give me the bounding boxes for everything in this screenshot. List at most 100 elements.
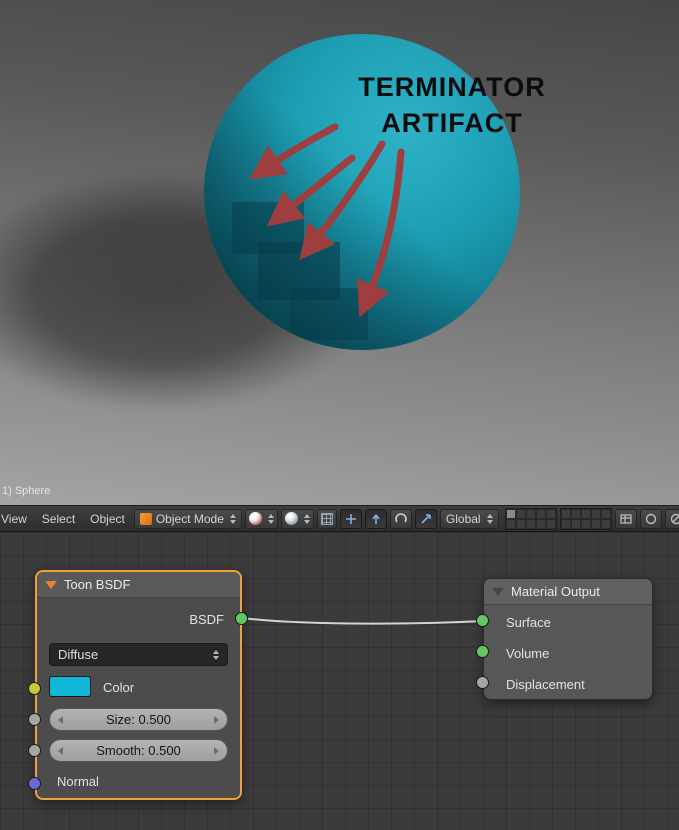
layer-group-1 bbox=[504, 507, 557, 530]
chevron-updown-icon bbox=[267, 513, 274, 524]
grid-icon bbox=[320, 512, 333, 525]
layer-toggle[interactable] bbox=[535, 518, 546, 529]
smooth-slider[interactable]: Smooth: 0.500 bbox=[49, 739, 228, 762]
menu-view[interactable]: View bbox=[0, 512, 33, 526]
viewport-shading-dropdown[interactable] bbox=[244, 508, 278, 529]
layer-toggle[interactable] bbox=[525, 518, 536, 529]
socket-surface-input[interactable] bbox=[476, 614, 489, 627]
chevron-updown-icon bbox=[213, 649, 219, 660]
menu-object[interactable]: Object bbox=[84, 512, 131, 526]
toon-node-header[interactable]: Toon BSDF bbox=[37, 572, 240, 598]
layer-toggle[interactable] bbox=[580, 518, 591, 529]
layer-toggle[interactable] bbox=[545, 508, 556, 519]
scale-diagonal-icon bbox=[421, 513, 431, 524]
wire-bsdf-to-surface[interactable] bbox=[241, 617, 484, 625]
layer-toggle[interactable] bbox=[570, 518, 581, 529]
collapse-triangle-icon[interactable] bbox=[45, 580, 57, 589]
viewport-object-info: 1) Sphere bbox=[2, 485, 51, 497]
annotation-line-2: ARTIFACT bbox=[381, 107, 523, 138]
color-swatch[interactable] bbox=[49, 676, 91, 697]
toon-node-title: Toon BSDF bbox=[64, 577, 131, 592]
layer-toggle[interactable] bbox=[525, 508, 536, 519]
socket-displacement-input[interactable] bbox=[476, 676, 489, 689]
terminator-band bbox=[232, 202, 304, 254]
layer-toggle[interactable] bbox=[570, 508, 581, 519]
size-slider-value: Size: 0.500 bbox=[105, 712, 172, 727]
manipulator-toggle[interactable] bbox=[339, 508, 362, 529]
layer-toggle[interactable] bbox=[515, 508, 526, 519]
socket-smooth-input[interactable] bbox=[28, 744, 41, 757]
color-label: Color bbox=[103, 680, 135, 695]
object-mode-label: Object Mode bbox=[155, 511, 224, 526]
slashed-circle-icon bbox=[670, 513, 679, 524]
pivot-point-dropdown[interactable] bbox=[280, 508, 314, 529]
size-slider[interactable]: Size: 0.500 bbox=[49, 708, 228, 731]
collapse-triangle-icon[interactable] bbox=[492, 587, 504, 596]
render-slashed-button[interactable] bbox=[664, 508, 679, 529]
socket-volume-input[interactable] bbox=[476, 645, 489, 658]
3d-viewport[interactable]: TERMINATOR ARTIFACT 1) Sphere bbox=[0, 0, 679, 505]
layer-toggle[interactable] bbox=[505, 508, 516, 519]
layer-toggle[interactable] bbox=[580, 508, 591, 519]
translate-arrow-icon bbox=[372, 514, 380, 524]
socket-size-input[interactable] bbox=[28, 713, 41, 726]
node-material-output[interactable]: Material Output Surface Volume Displacem… bbox=[483, 578, 653, 700]
bsdf-output-label: BSDF bbox=[189, 612, 224, 627]
layer-toggle[interactable] bbox=[515, 518, 526, 529]
output-node-title: Material Output bbox=[511, 584, 600, 599]
slider-left-arrow-icon[interactable] bbox=[58, 746, 63, 755]
annotation-text: TERMINATOR ARTIFACT bbox=[302, 70, 602, 142]
layer-toggle[interactable] bbox=[545, 518, 556, 529]
menu-select[interactable]: Select bbox=[36, 512, 81, 526]
chevron-updown-icon bbox=[303, 513, 310, 524]
node-editor[interactable]: Toon BSDF BSDF Diffuse Color Size: 0.500… bbox=[0, 532, 679, 830]
chevron-updown-icon bbox=[486, 513, 493, 524]
terminator-band bbox=[290, 288, 368, 340]
layer-group-2 bbox=[559, 507, 612, 530]
render-circle-button[interactable] bbox=[639, 508, 662, 529]
scene-lock-button[interactable] bbox=[614, 508, 637, 529]
socket-color-input[interactable] bbox=[28, 682, 41, 695]
volume-input-label: Volume bbox=[506, 646, 550, 661]
slider-right-arrow-icon[interactable] bbox=[214, 715, 219, 724]
axis-cross-icon bbox=[345, 513, 356, 524]
object-mode-dropdown[interactable]: Object Mode bbox=[133, 508, 242, 529]
layer-toggle[interactable] bbox=[590, 508, 601, 519]
layer-toggle[interactable] bbox=[535, 508, 546, 519]
component-dropdown[interactable]: Diffuse bbox=[49, 643, 228, 666]
layer-toggle[interactable] bbox=[600, 508, 611, 519]
normal-label: Normal bbox=[57, 774, 99, 789]
socket-bsdf-output[interactable] bbox=[235, 612, 248, 625]
cube-icon bbox=[139, 512, 152, 525]
surface-input-label: Surface bbox=[506, 615, 551, 630]
terminator-band bbox=[258, 242, 340, 300]
table-grid-icon bbox=[619, 513, 632, 524]
displacement-input-label: Displacement bbox=[506, 677, 585, 692]
slider-left-arrow-icon[interactable] bbox=[58, 715, 63, 724]
layer-toggle[interactable] bbox=[590, 518, 601, 529]
transform-orientation-dropdown[interactable]: Global bbox=[439, 508, 499, 529]
socket-normal-input[interactable] bbox=[28, 777, 41, 790]
slider-right-arrow-icon[interactable] bbox=[214, 746, 219, 755]
chevron-updown-icon bbox=[229, 513, 236, 524]
manipulator-rotate-toggle[interactable] bbox=[389, 508, 412, 529]
rotate-arc-icon bbox=[395, 512, 407, 522]
circle-icon bbox=[645, 513, 656, 524]
pivot-align-toggle[interactable] bbox=[316, 508, 337, 529]
viewport-header: View Select Object Object Mode Global bbox=[0, 505, 679, 532]
component-dropdown-value: Diffuse bbox=[58, 647, 99, 662]
manipulator-translate-toggle[interactable] bbox=[364, 508, 387, 529]
annotation-line-1: TERMINATOR bbox=[358, 72, 546, 102]
manipulator-scale-toggle[interactable] bbox=[414, 508, 437, 529]
layer-toggle[interactable] bbox=[560, 518, 571, 529]
layer-toggle[interactable] bbox=[505, 518, 516, 529]
smooth-slider-value: Smooth: 0.500 bbox=[96, 743, 181, 758]
layer-toggle[interactable] bbox=[560, 508, 571, 519]
layer-toggle[interactable] bbox=[600, 518, 611, 529]
material-sphere-icon bbox=[248, 512, 262, 525]
orientation-label: Global bbox=[445, 511, 481, 526]
pivot-sphere-icon bbox=[284, 512, 298, 525]
blender-window: TERMINATOR ARTIFACT 1) Sphere View Selec… bbox=[0, 0, 679, 830]
node-toon-bsdf[interactable]: Toon BSDF BSDF Diffuse Color Size: 0.500… bbox=[35, 570, 242, 800]
output-node-header[interactable]: Material Output bbox=[484, 579, 652, 605]
